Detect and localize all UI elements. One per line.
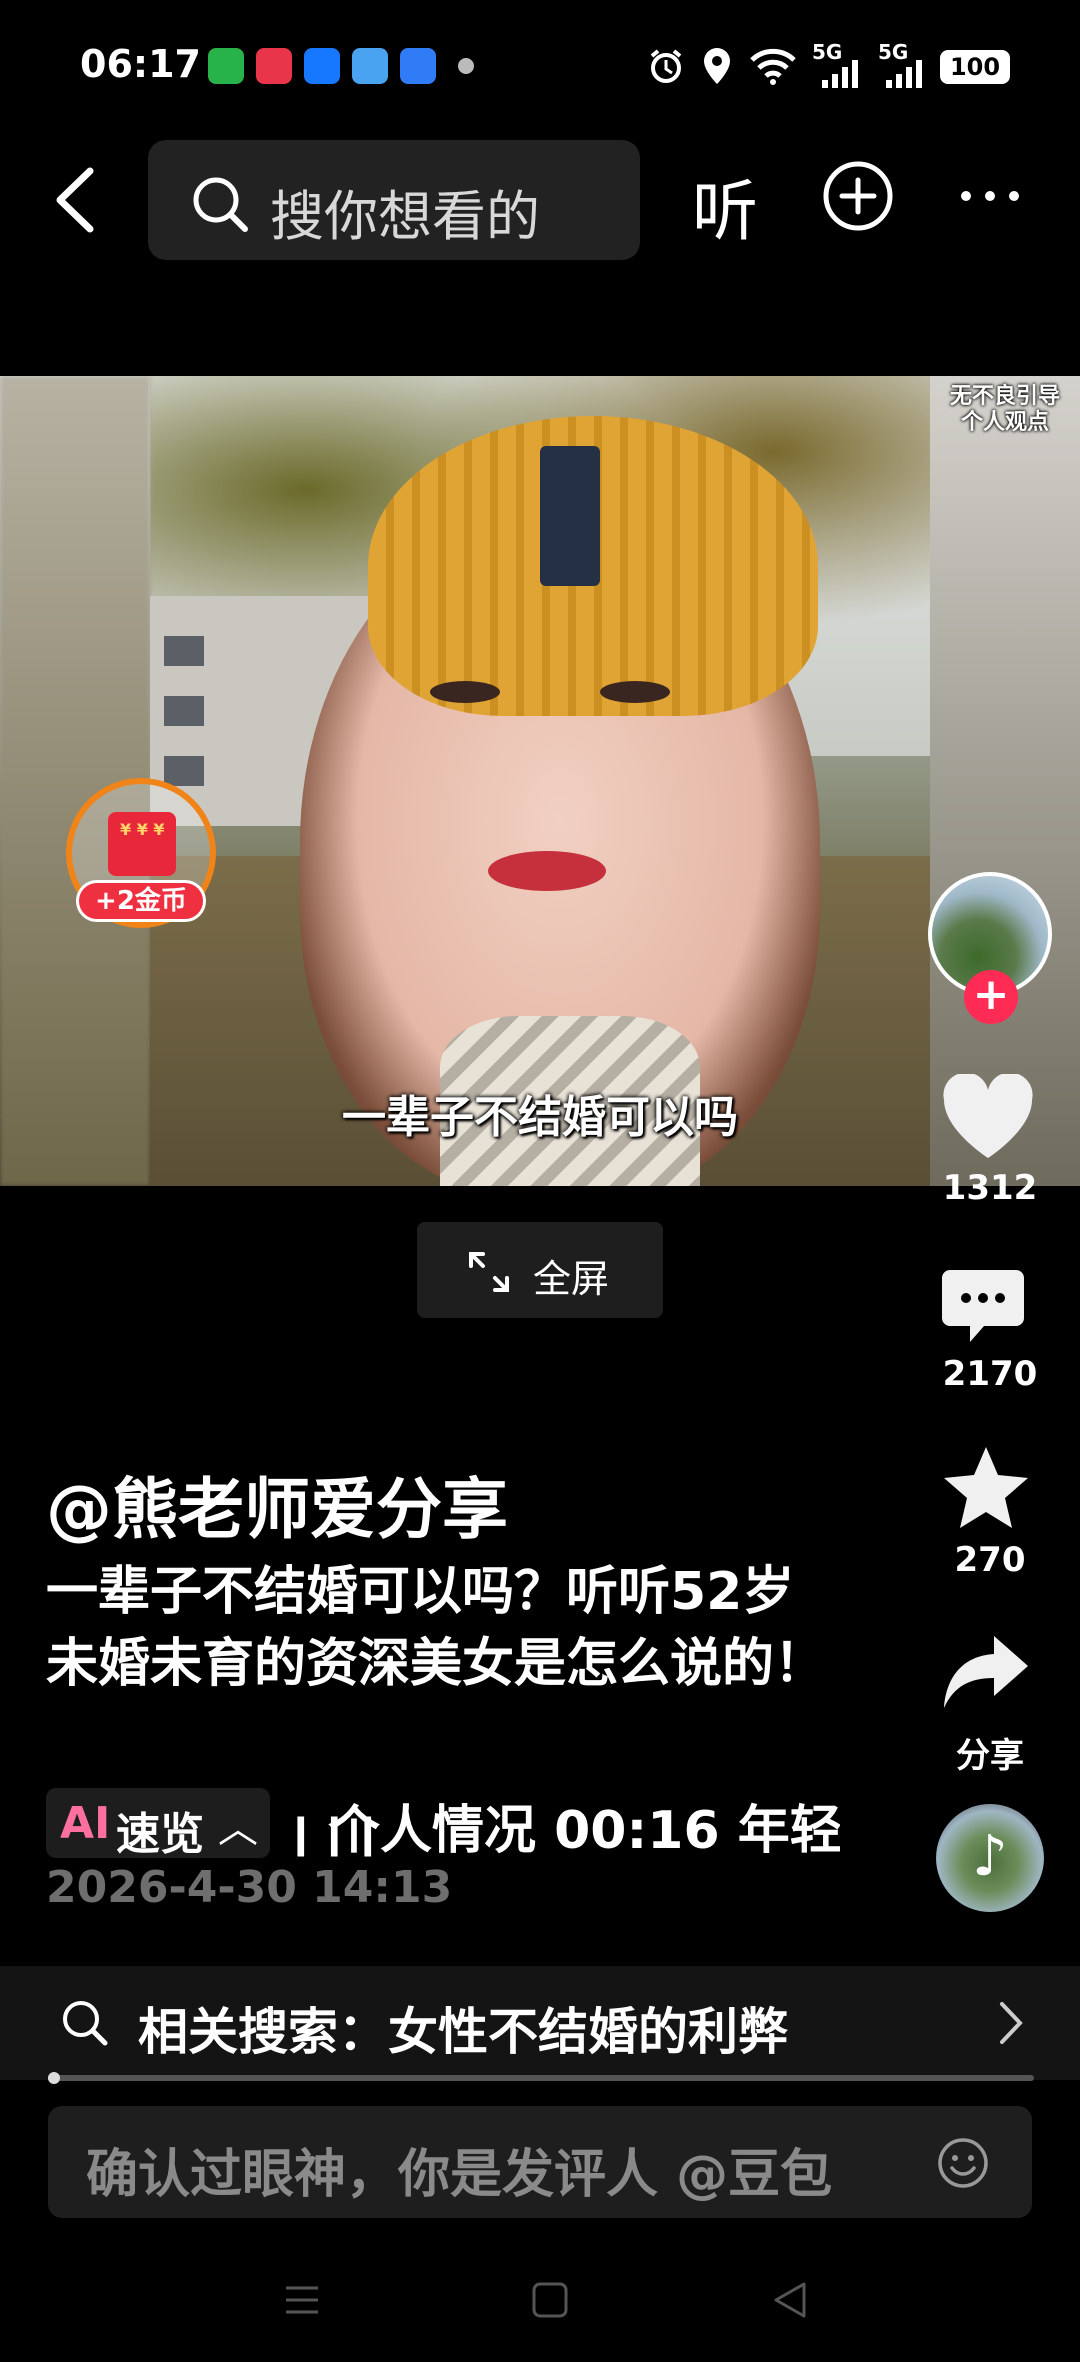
- chevron-right-icon: [1000, 2002, 1023, 2044]
- comment-count: 2170: [942, 1354, 1038, 1394]
- ai-summary-label: 速览: [116, 1809, 204, 1860]
- ai-summary-button[interactable]: AI 速览 ︿: [46, 1788, 270, 1860]
- chapter-ticker[interactable]: ❙❙❙个人情况 00:16 年轻: [284, 1788, 840, 1858]
- disclaimer-line-2: 个人观点: [960, 410, 1049, 435]
- like-count: 1312: [942, 1168, 1038, 1208]
- video-progress-bar[interactable]: [48, 2072, 1034, 2084]
- signal-bars-2-icon: [886, 60, 922, 88]
- notification-app-icon: [208, 48, 244, 84]
- battery-indicator: 100: [940, 50, 1010, 84]
- coin-reward-badge[interactable]: +2金币: [76, 880, 206, 922]
- listen-button[interactable]: 听: [692, 158, 758, 254]
- follow-plus-button[interactable]: +: [964, 970, 1018, 1024]
- favorite-star-icon[interactable]: [940, 1444, 1032, 1532]
- video-subtitle: 一辈子不结婚可以吗: [342, 1092, 738, 1143]
- alarm-icon: [650, 49, 682, 83]
- home-nav-icon[interactable]: [530, 2280, 570, 2320]
- back-nav-icon[interactable]: [770, 2280, 810, 2320]
- search-input[interactable]: 搜你想看的: [148, 140, 640, 260]
- related-search-bar[interactable]: 相关搜索：女性不结婚的利弊: [0, 1966, 1080, 2080]
- browser-app-icon: [400, 48, 436, 84]
- related-search-text: 相关搜索：女性不结婚的利弊: [138, 2003, 788, 2061]
- location-icon: [704, 48, 730, 84]
- alipay-icon: [304, 48, 340, 84]
- comment-placeholder: 确认过眼神，你是发评人 @豆包: [86, 2145, 833, 2205]
- disclaimer-line-1: 无不良引导: [949, 384, 1060, 409]
- video-eye-right: [600, 681, 670, 703]
- chevron-up-icon: ︿: [218, 1806, 258, 1852]
- search-icon: [63, 2001, 108, 2046]
- menu-nav-icon[interactable]: [282, 2280, 322, 2320]
- comment-input[interactable]: 确认过眼神，你是发评人 @豆包: [48, 2106, 1032, 2218]
- more-notifications-dot: [458, 58, 474, 74]
- more-options-icon[interactable]: [958, 188, 1022, 204]
- fullscreen-label: 全屏: [533, 1257, 610, 1301]
- wifi-icon: [750, 48, 796, 85]
- like-heart-icon[interactable]: [940, 1074, 1036, 1160]
- signal-bars-1-icon: [822, 60, 858, 88]
- emoji-icon[interactable]: [936, 2136, 990, 2190]
- share-label: 分享: [956, 1736, 1024, 1776]
- favorite-count: 270: [954, 1540, 1026, 1580]
- comment-icon[interactable]: [940, 1266, 1026, 1346]
- video-hat-tag: [540, 446, 600, 586]
- share-arrow-icon[interactable]: [940, 1632, 1032, 1712]
- search-icon: [193, 177, 248, 232]
- clock: 06:17: [80, 42, 201, 86]
- video-blur-right: [930, 376, 1080, 1186]
- status-bar: 06:17 5G 5G 100: [0, 0, 1080, 130]
- video-progress-knob[interactable]: [48, 2072, 60, 2084]
- envelope-coin-symbols: ¥ ¥ ¥: [120, 820, 165, 839]
- video-lips: [488, 851, 606, 891]
- ai-prefix: AI: [60, 1798, 111, 1849]
- video-eye-left: [430, 681, 500, 703]
- create-plus-icon[interactable]: [822, 160, 894, 232]
- video-app-icon: [256, 48, 292, 84]
- post-description[interactable]: 一辈子不结婚可以吗？听听52岁未婚未育的资深美女是怎么说的！: [46, 1556, 846, 1700]
- video-disclaimer: 无不良引导 个人观点: [930, 384, 1080, 436]
- search-placeholder: 搜你想看的: [270, 185, 540, 248]
- music-note-icon: ♪: [972, 1824, 1008, 1889]
- weather-icon: [352, 48, 388, 84]
- post-timestamp: 2026-4-30 14:13: [46, 1862, 453, 1913]
- author-name[interactable]: @熊老师爱分享: [46, 1456, 508, 1552]
- expand-icon: [469, 1252, 509, 1292]
- fullscreen-button[interactable]: 全屏: [417, 1222, 663, 1318]
- chapter-text: 个人情况 00:16 年轻: [328, 1801, 840, 1858]
- back-arrow-icon[interactable]: [50, 165, 100, 235]
- system-nav-bar: [0, 2250, 1080, 2362]
- audio-bars-icon: ❙❙❙: [284, 1811, 385, 1857]
